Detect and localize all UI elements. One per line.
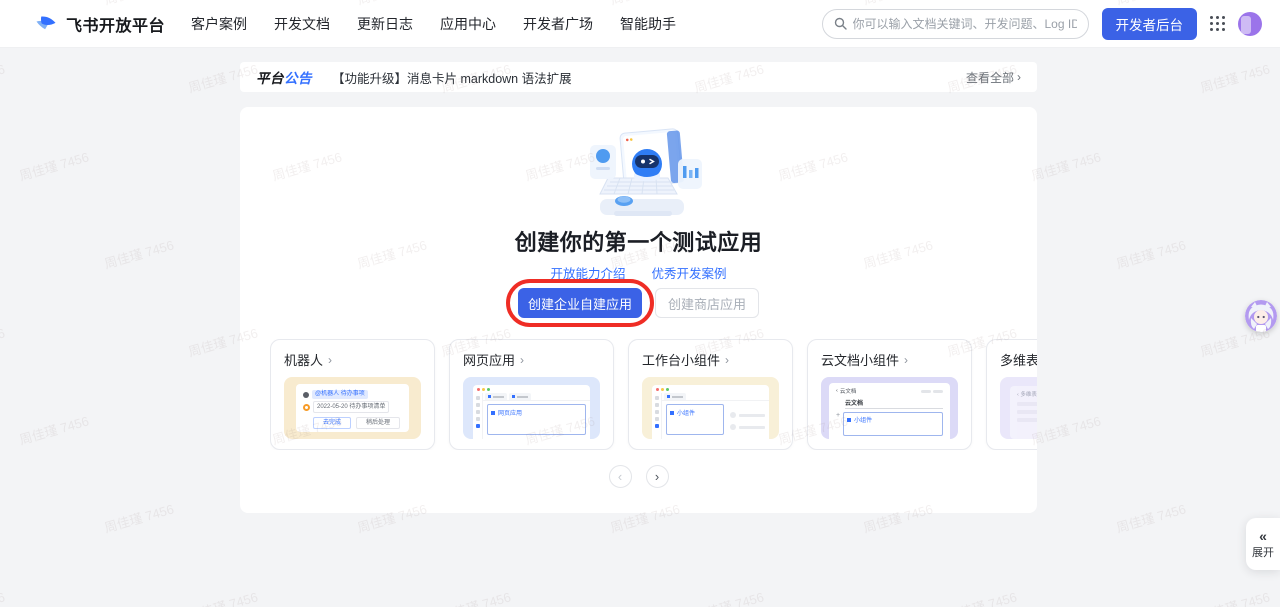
assistant-avatar-image xyxy=(1245,300,1277,332)
bot-mini-avatar xyxy=(303,392,309,398)
nav-item-changelog[interactable]: 更新日志 xyxy=(357,14,413,34)
hero-links: 开放能力介绍 优秀开发案例 xyxy=(240,263,1037,282)
nav-item-ai-assistant[interactable]: 智能助手 xyxy=(620,14,676,34)
chevron-right-icon: › xyxy=(725,353,729,367)
doc-widget-mini-label: 小组件 xyxy=(854,415,872,424)
assistant-avatar[interactable] xyxy=(1245,300,1277,332)
search-icon xyxy=(834,17,847,30)
doc-illustration: ‹ 云文档 云文档 + 小组件 xyxy=(821,377,958,439)
create-custom-app-button[interactable]: 创建企业自建应用 xyxy=(518,288,642,318)
web-app-mini-icon xyxy=(491,411,495,415)
app-card-bitable[interactable]: 多维表格 › ‹ 多维表格 xyxy=(986,339,1037,450)
web-app-mini-label: 网页应用 xyxy=(498,408,522,417)
nav-item-docs[interactable]: 开发文档 xyxy=(274,14,330,34)
nav-item-customer-cases[interactable]: 客户案例 xyxy=(191,14,247,34)
app-card-workplace-title: 工作台小组件 xyxy=(642,350,720,369)
main-panel: 创建你的第一个测试应用 开放能力介绍 优秀开发案例 创建企业自建应用 创建商店应… xyxy=(240,107,1037,513)
workplace-illustration: 小组件 xyxy=(642,377,779,439)
doc-back-label: 云文档 xyxy=(840,387,857,395)
double-chevron-left-icon: « xyxy=(1259,529,1267,543)
app-type-cards-row: 机器人 › @机器人 待办事项 2022-05-20 待办事项清单 去完成 稍后 xyxy=(270,339,1037,450)
brand[interactable]: 飞书开放平台 xyxy=(34,12,165,36)
doc-mini-title: 云文档 xyxy=(845,398,943,407)
view-all-label: 查看全部 xyxy=(966,69,1014,86)
widget-mini-icon xyxy=(670,411,674,415)
chevron-right-icon: › xyxy=(328,353,332,367)
create-store-app-button[interactable]: 创建商店应用 xyxy=(655,288,759,318)
announcement-message[interactable]: 【功能升级】消息卡片 markdown 语法扩展 xyxy=(332,68,572,87)
web-illustration: 网页应用 xyxy=(463,377,600,439)
chevron-right-icon: › xyxy=(520,353,524,367)
brand-name: 飞书开放平台 xyxy=(66,12,165,36)
expand-panel-button[interactable]: « 展开 xyxy=(1246,518,1280,570)
bitable-back-label: 多维表格 xyxy=(1020,392,1037,398)
feishu-logo-icon xyxy=(34,12,58,36)
link-showcase[interactable]: 优秀开发案例 xyxy=(652,263,727,282)
carousel-next-button[interactable]: › xyxy=(646,465,669,488)
doc-back-chevron-icon: ‹ xyxy=(836,388,838,394)
view-all-link[interactable]: 查看全部 › xyxy=(966,69,1021,86)
bot-action-primary: 去完成 xyxy=(313,417,351,429)
app-card-bot-title: 机器人 xyxy=(284,350,323,369)
app-card-workplace-widget[interactable]: 工作台小组件 › xyxy=(628,339,793,450)
hero-actions: 创建企业自建应用 创建商店应用 xyxy=(240,288,1037,318)
app-card-bot[interactable]: 机器人 › @机器人 待办事项 2022-05-20 待办事项清单 去完成 稍后 xyxy=(270,339,435,450)
chevron-right-icon: › xyxy=(904,353,908,367)
search-box[interactable] xyxy=(822,9,1089,39)
top-bar: 飞书开放平台 客户案例 开发文档 更新日志 应用中心 开发者广场 智能助手 开发… xyxy=(0,0,1280,48)
app-card-doc-title: 云文档小组件 xyxy=(821,350,899,369)
bitable-back-chevron-icon: ‹ xyxy=(1017,392,1019,398)
nav-item-developer-plaza[interactable]: 开发者广场 xyxy=(523,14,593,34)
apps-grid-icon[interactable] xyxy=(1210,16,1225,31)
user-avatar[interactable] xyxy=(1238,12,1262,36)
announcement-tag-plain: 平台 xyxy=(256,71,284,86)
page-title: 创建你的第一个测试应用 xyxy=(240,225,1037,257)
link-open-capability[interactable]: 开放能力介绍 xyxy=(550,263,625,282)
app-card-web-title: 网页应用 xyxy=(463,350,515,369)
nav-item-app-center[interactable]: 应用中心 xyxy=(440,14,496,34)
carousel-prev-button[interactable]: ‹ xyxy=(609,465,632,488)
bot-todo-text: 2022-05-20 待办事项清单 xyxy=(313,401,389,413)
bot-todo-icon xyxy=(303,404,310,411)
expand-label: 展开 xyxy=(1252,544,1274,560)
plus-icon: + xyxy=(836,412,840,419)
bot-mention-pill: @机器人 待办事项 xyxy=(312,390,368,399)
widget-mini-label: 小组件 xyxy=(677,408,695,417)
laptop-robot-illustration xyxy=(570,123,708,223)
top-bar-right: 开发者后台 xyxy=(822,8,1263,40)
main-nav: 客户案例 开发文档 更新日志 应用中心 开发者广场 智能助手 xyxy=(191,14,676,34)
search-input[interactable] xyxy=(853,17,1077,31)
chevron-right-icon: › xyxy=(1017,70,1021,84)
app-card-doc-widget[interactable]: 云文档小组件 › ‹ 云文档 云文档 + 小组件 xyxy=(807,339,972,450)
app-card-web[interactable]: 网页应用 › xyxy=(449,339,614,450)
app-card-bitable-title: 多维表格 xyxy=(1000,350,1037,369)
bitable-illustration: ‹ 多维表格 xyxy=(1000,377,1037,439)
bot-illustration: @机器人 待办事项 2022-05-20 待办事项清单 去完成 稍后处理 xyxy=(284,377,421,439)
developer-console-button[interactable]: 开发者后台 xyxy=(1102,8,1198,40)
carousel-controls: ‹ › xyxy=(240,465,1037,488)
announcement-bar: 平台公告 【功能升级】消息卡片 markdown 语法扩展 查看全部 › xyxy=(240,62,1037,92)
primary-button-wrap: 创建企业自建应用 xyxy=(518,288,642,318)
announcement-tag-accent: 公告 xyxy=(284,71,312,86)
doc-widget-mini-icon xyxy=(847,418,851,422)
announcement-tag: 平台公告 xyxy=(256,67,312,87)
bot-action-secondary: 稍后处理 xyxy=(356,417,400,429)
